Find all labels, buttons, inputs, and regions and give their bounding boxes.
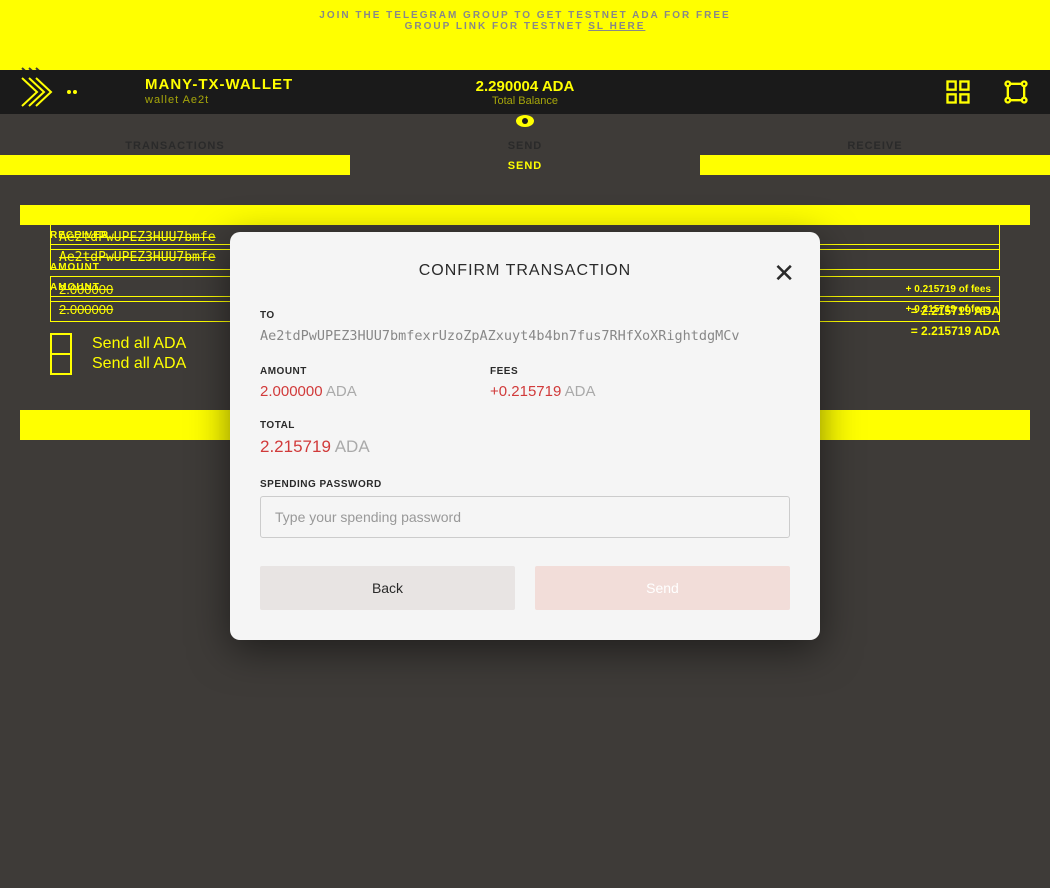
modal-fees-value: +0.215719 ADA [490, 383, 660, 400]
total-num: 2.215719 [260, 437, 331, 456]
confirm-transaction-modal: CONFIRM TRANSACTION ✕ TO Ae2tdPwUPEZ3HUU… [230, 232, 820, 640]
total-cur: ADA [335, 437, 370, 456]
modal-amount-value: 2.000000 ADA [260, 383, 430, 400]
amount-num: 2.000000 [260, 383, 323, 400]
spending-password-input[interactable] [260, 496, 790, 538]
modal-buttons: Back Send [260, 566, 790, 610]
total-section: TOTAL 2.215719 ADA [260, 420, 790, 457]
fees-num: +0.215719 [490, 383, 561, 400]
amount-cur: ADA [326, 383, 357, 400]
modal-columns: AMOUNT 2.000000 ADA FEES +0.215719 ADA [260, 366, 790, 400]
modal-total-label: TOTAL [260, 420, 790, 431]
send-button[interactable]: Send [535, 566, 790, 610]
pw-label: SPENDING PASSWORD [260, 479, 790, 490]
modal-amount-label: AMOUNT [260, 366, 430, 377]
close-icon[interactable]: ✕ [773, 260, 795, 286]
amount-col: AMOUNT 2.000000 ADA [260, 366, 430, 400]
modal-backdrop: CONFIRM TRANSACTION ✕ TO Ae2tdPwUPEZ3HUU… [0, 0, 1050, 888]
to-address: Ae2tdPwUPEZ3HUU7bmfexrUzoZpAZxuyt4b4bn7f… [260, 327, 790, 346]
back-button[interactable]: Back [260, 566, 515, 610]
fees-col: FEES +0.215719 ADA [490, 366, 660, 400]
modal-title: CONFIRM TRANSACTION [260, 262, 790, 280]
fees-cur: ADA [565, 383, 596, 400]
modal-fees-label: FEES [490, 366, 660, 377]
to-label: TO [260, 310, 790, 321]
modal-total-value: 2.215719 ADA [260, 437, 790, 457]
